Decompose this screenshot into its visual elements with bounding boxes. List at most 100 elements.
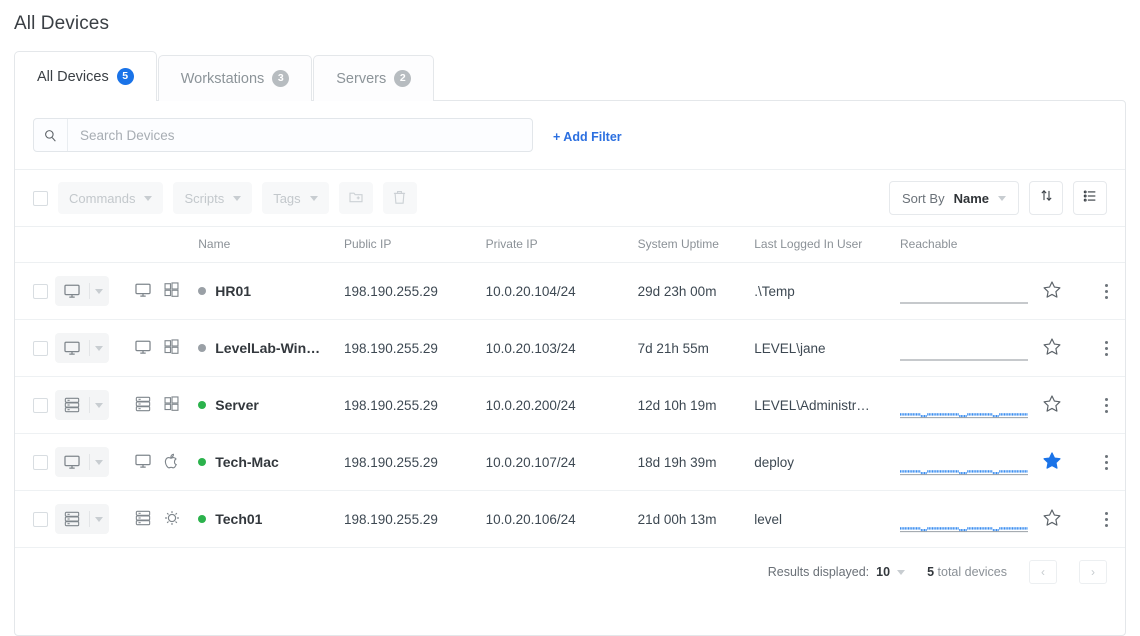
device-type-cell (54, 319, 134, 377)
os-cell (133, 319, 199, 377)
row-checkbox[interactable] (33, 340, 48, 356)
row-checkbox[interactable] (33, 454, 48, 470)
row-checkbox[interactable] (33, 283, 48, 299)
bulk-action-toolbar: Commands Scripts Tags Sort By Name (15, 169, 1125, 226)
tab-bar: All Devices 5 Workstations 3 Servers 2 (14, 51, 1126, 102)
tab-label: All Devices (37, 68, 109, 85)
reachable-cell[interactable] (900, 262, 1042, 320)
last-logged-in-user-cell: deploy (754, 433, 900, 491)
device-type-dropdown[interactable] (54, 276, 109, 306)
favorite-star-icon[interactable] (1042, 337, 1062, 360)
add-filter-button[interactable]: + Add Filter (553, 127, 622, 144)
favorite-star-icon[interactable] (1042, 280, 1062, 303)
search-input[interactable] (68, 119, 532, 151)
favorite-star-icon[interactable] (1042, 451, 1062, 474)
row-menu-icon[interactable] (1087, 397, 1125, 413)
public-ip-cell: 198.190.255.29 (344, 433, 486, 491)
tab-servers[interactable]: Servers 2 (313, 55, 435, 101)
scripts-dropdown[interactable]: Scripts (173, 182, 253, 214)
os-cell (133, 490, 199, 548)
device-name-cell[interactable]: Tech-Mac (198, 433, 344, 491)
private-ip-cell: 10.0.20.200/24 (485, 376, 638, 434)
device-name-cell[interactable]: LevelLab-Win… (198, 319, 344, 377)
col-last-logged-in-user[interactable]: Last Logged In User (754, 226, 900, 263)
table-row[interactable]: LevelLab-Win… 198.190.255.29 10.0.20.103… (15, 319, 1125, 377)
chevron-down-icon (144, 195, 153, 201)
sort-by-value: Name (953, 190, 989, 206)
reachability-sparkline (900, 274, 1042, 308)
list-view-button[interactable] (1073, 181, 1107, 215)
device-type-dropdown[interactable] (54, 333, 109, 363)
row-checkbox-cell (15, 433, 55, 491)
col-public-ip[interactable]: Public IP (344, 226, 486, 263)
list-view-icon (1082, 188, 1098, 209)
row-menu-icon[interactable] (1087, 283, 1125, 299)
col-reachable[interactable]: Reachable (900, 226, 1042, 263)
table-row[interactable]: Tech-Mac 198.190.255.29 10.0.20.107/24 1… (15, 433, 1125, 491)
row-checkbox-cell (15, 376, 55, 434)
col-name[interactable]: Name (198, 226, 344, 263)
sort-direction-button[interactable] (1029, 181, 1063, 215)
tags-dropdown[interactable]: Tags (262, 182, 329, 214)
devices-table: Name Public IP Private IP System Uptime … (15, 226, 1125, 548)
col-private-ip[interactable]: Private IP (485, 226, 638, 263)
row-menu-icon[interactable] (1087, 454, 1125, 470)
results-displayed[interactable]: Results displayed: 10 (768, 565, 906, 579)
monitor-icon (55, 282, 89, 300)
sort-by-dropdown[interactable]: Sort By Name (888, 181, 1019, 215)
tab-count-badge: 5 (116, 68, 134, 85)
device-type-dropdown[interactable] (54, 390, 109, 420)
row-menu-icon[interactable] (1087, 511, 1125, 527)
device-name-cell[interactable]: Server (198, 376, 344, 434)
col-checkbox (15, 226, 55, 263)
tab-all-devices[interactable]: All Devices 5 (14, 51, 157, 102)
row-menu-icon[interactable] (1087, 340, 1125, 356)
os-cell (133, 376, 199, 434)
table-row[interactable]: HR01 198.190.255.29 10.0.20.104/24 29d 2… (15, 262, 1125, 320)
favorite-cell (1041, 433, 1088, 491)
chevron-down-icon (897, 569, 906, 575)
reachable-cell[interactable] (900, 319, 1042, 377)
row-actions-cell (1087, 433, 1125, 491)
trash-icon (392, 189, 407, 208)
move-to-folder-button[interactable] (338, 182, 373, 214)
table-row[interactable]: Tech01 198.190.255.29 10.0.20.106/24 21d… (15, 490, 1125, 548)
row-checkbox[interactable] (33, 397, 48, 413)
delete-button[interactable] (382, 182, 417, 214)
device-name-cell[interactable]: HR01 (198, 262, 344, 320)
col-favorite (1041, 226, 1088, 263)
tab-workstations[interactable]: Workstations 3 (157, 55, 313, 101)
chevron-down-icon (88, 397, 109, 413)
linux-icon (163, 509, 181, 530)
search-box[interactable] (33, 118, 533, 152)
status-dot-online (198, 401, 207, 409)
next-page-button[interactable]: › (1079, 560, 1107, 584)
reachable-cell[interactable] (900, 376, 1042, 434)
col-device-type (54, 226, 134, 263)
reachable-cell[interactable] (900, 490, 1042, 548)
device-name-cell[interactable]: Tech01 (198, 490, 344, 548)
last-logged-in-user-cell: LEVEL\jane (754, 319, 900, 377)
prev-page-button[interactable]: ‹ (1029, 560, 1057, 584)
chevron-down-icon (88, 340, 109, 356)
commands-dropdown[interactable]: Commands (58, 182, 164, 214)
tags-label: Tags (273, 190, 301, 206)
table-row[interactable]: Server 198.190.255.29 10.0.20.200/24 12d… (15, 376, 1125, 434)
favorite-star-icon[interactable] (1042, 508, 1062, 531)
device-type-dropdown[interactable] (54, 504, 109, 534)
status-dot-online (198, 458, 207, 466)
total-count: 5 (927, 565, 935, 579)
row-checkbox[interactable] (33, 511, 48, 527)
device-name: Tech-Mac (215, 454, 279, 470)
reachable-cell[interactable] (900, 433, 1042, 491)
device-type-dropdown[interactable] (54, 447, 109, 477)
select-all-checkbox[interactable] (33, 190, 48, 206)
favorite-star-icon[interactable] (1042, 394, 1062, 417)
chevron-down-icon (233, 195, 242, 201)
device-type-cell (54, 490, 134, 548)
windows-icon (163, 395, 180, 415)
system-uptime-cell: 7d 21h 55m (637, 319, 755, 377)
col-system-uptime[interactable]: System Uptime (637, 226, 755, 263)
row-checkbox-cell (15, 262, 55, 320)
private-ip-cell: 10.0.20.103/24 (485, 319, 638, 377)
